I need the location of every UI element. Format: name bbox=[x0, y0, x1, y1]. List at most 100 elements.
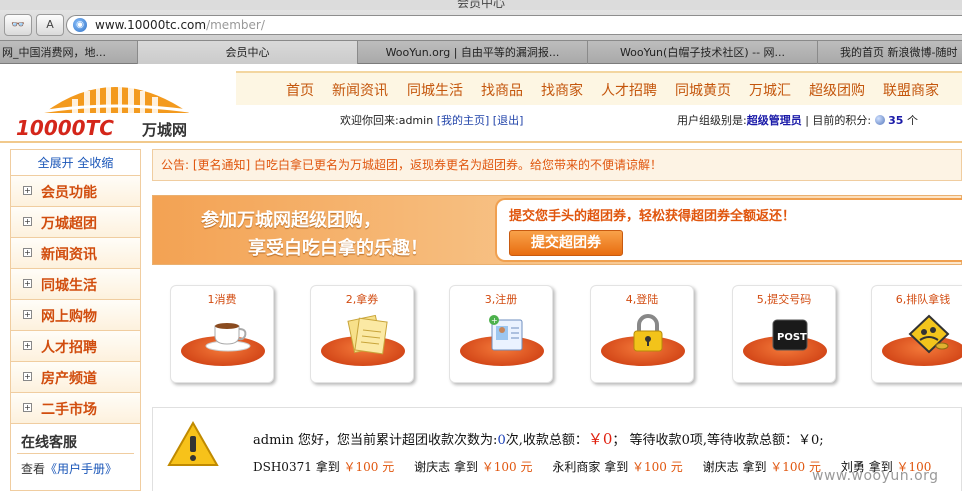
banner-submit-panel: 提交您手头的超团券，轻松获得超团券全额返还！ 提交超团券 bbox=[495, 198, 962, 262]
sidebar-item-second-hand[interactable]: + 二手市场 bbox=[11, 393, 140, 424]
expand-plus-icon: + bbox=[23, 217, 32, 226]
online-service-heading: 在线客服 bbox=[21, 435, 77, 451]
points-label: | 目前的积分: bbox=[805, 114, 872, 127]
site-logo[interactable]: 10000TC 万城网 bbox=[14, 69, 224, 141]
address-bar[interactable]: ◉ www.10000tc.com/member/ bbox=[66, 15, 962, 35]
expand-plus-icon: + bbox=[23, 248, 32, 257]
sidebar-item-label: 人才招聘 bbox=[41, 340, 97, 356]
tab-wooyun-org[interactable]: WooYun.org | 自由平等的漏洞报... bbox=[358, 41, 588, 64]
step-label: 1消费 bbox=[207, 293, 237, 306]
sidebar-item-label: 房产频道 bbox=[41, 371, 97, 387]
user-manual-link[interactable]: 《用户手册》 bbox=[45, 462, 117, 476]
feed-amount: ￥100 元 bbox=[343, 460, 395, 474]
feed-name: 永利商家 bbox=[552, 460, 601, 474]
tab-weibo[interactable]: 我的首页 新浪微博-随时 bbox=[818, 41, 962, 64]
stats-pending-total: ￥0; bbox=[797, 433, 824, 448]
step-consume[interactable]: 1消费 bbox=[170, 285, 274, 383]
sidebar-item-city-life[interactable]: + 同城生活 bbox=[11, 269, 140, 300]
step-submit-number[interactable]: 5,提交号码 POST bbox=[732, 285, 836, 383]
sidebar-item-news[interactable]: + 新闻资讯 bbox=[11, 238, 140, 269]
nav-jobs[interactable]: 人才招聘 bbox=[601, 80, 657, 100]
manual-line: 查看《用户手册》 bbox=[21, 460, 117, 477]
expand-all-link[interactable]: 全展开 bbox=[38, 156, 74, 170]
sidebar-divider bbox=[17, 453, 134, 454]
window-title: 会员中心 bbox=[456, 0, 505, 10]
coffee-cup-icon bbox=[203, 312, 251, 352]
sidebar-expand-toggle: 全展开 全收缩 bbox=[11, 150, 140, 176]
watermark: www.wooyun.org bbox=[812, 468, 939, 484]
expand-plus-icon: + bbox=[23, 372, 32, 381]
expand-plus-icon: + bbox=[23, 341, 32, 350]
nav-home[interactable]: 首页 bbox=[286, 80, 314, 100]
sidebar-item-label: 新闻资讯 bbox=[41, 247, 97, 263]
step-label: 6,排队拿钱 bbox=[895, 293, 951, 306]
register-card-icon: + bbox=[482, 312, 523, 352]
feed-verb: 拿到 bbox=[315, 460, 340, 474]
font-size-button[interactable]: A bbox=[36, 14, 64, 36]
step-label: 3,注册 bbox=[484, 293, 518, 306]
logo-wordmark: 10000TC bbox=[16, 116, 114, 140]
logo-cn: 万城网 bbox=[141, 121, 187, 139]
feed-amount: ￥100 元 bbox=[481, 460, 533, 474]
step-label: 2,拿券 bbox=[345, 293, 379, 306]
stats-greeting: admin 您好，您当前累计超团收款次数为: bbox=[253, 433, 498, 448]
step-queue-money[interactable]: 6,排队拿钱 bbox=[871, 285, 962, 383]
post-icon: POST bbox=[765, 312, 808, 352]
promo-banner: 参加万城网超级团购， 享受白吃白拿的乐趣！ 提交您手头的超团券，轻松获得超团券全… bbox=[152, 195, 962, 265]
step-login[interactable]: 4,登陆 bbox=[590, 285, 694, 383]
user-group: 超级管理员 bbox=[746, 114, 802, 127]
submit-coupon-button[interactable]: 提交超团券 bbox=[509, 230, 623, 256]
tab-consumer-net[interactable]: 网_中国消费网，地... bbox=[0, 41, 138, 64]
sidebar-item-shopping[interactable]: + 网上购物 bbox=[11, 300, 140, 331]
sidebar-item-super-group[interactable]: + 万城超团 bbox=[11, 207, 140, 238]
reading-glasses-button[interactable]: 👓 bbox=[4, 14, 32, 36]
points-unit: 个 bbox=[906, 114, 918, 127]
nav-find-merchant[interactable]: 找商家 bbox=[541, 80, 583, 100]
nav-find-goods[interactable]: 找商品 bbox=[481, 80, 523, 100]
nav-super-group[interactable]: 超级团购 bbox=[809, 80, 865, 100]
tab-wooyun-community[interactable]: WooYun(白帽子技术社区) -- 网... bbox=[588, 41, 818, 64]
collapse-all-link[interactable]: 全收缩 bbox=[77, 156, 113, 170]
nav-news[interactable]: 新闻资讯 bbox=[332, 80, 388, 100]
step-register[interactable]: 3,注册 + bbox=[449, 285, 553, 383]
stats-summary: admin 您好，您当前累计超团收款次数为:0次,收款总额：￥0； 等待收款0项… bbox=[253, 428, 824, 449]
nav-alliance[interactable]: 联盟商家 bbox=[883, 80, 939, 100]
step-label: 4,登陆 bbox=[625, 293, 659, 306]
expand-plus-icon: + bbox=[23, 310, 32, 319]
stats-total: ￥0 bbox=[587, 430, 613, 448]
nav-wancheng-hui[interactable]: 万城汇 bbox=[749, 80, 791, 100]
announcement-bar: 公告: [更名通知] 白吃白拿已更名为万城超团，返现券更名为超团券。给您带来的不… bbox=[152, 149, 962, 181]
sidebar-item-label: 二手市场 bbox=[41, 402, 97, 418]
nav-yellow-pages[interactable]: 同城黄页 bbox=[675, 80, 731, 100]
sidebar-item-label: 网上购物 bbox=[41, 309, 97, 325]
my-home-link[interactable]: [我的主页] bbox=[437, 114, 490, 127]
feed-amount: ￥100 元 bbox=[632, 460, 683, 474]
feed-name: 谢庆志 bbox=[702, 460, 739, 474]
web-page: 10000TC 万城网 首页 新闻资讯 同城生活 找商品 找商家 人才招聘 同城… bbox=[0, 65, 962, 491]
points-value: 35 bbox=[888, 114, 904, 127]
expand-plus-icon: + bbox=[23, 186, 32, 195]
sidebar-item-jobs[interactable]: + 人才招聘 bbox=[11, 331, 140, 362]
tab-member-center[interactable]: 会员中心 bbox=[138, 41, 358, 64]
logout-link[interactable]: [退出] bbox=[493, 114, 524, 127]
browser-toolbar: 👓 A ◉ www.10000tc.com/member/ bbox=[0, 10, 962, 40]
feed-verb: 拿到 bbox=[742, 460, 767, 474]
stats-count: 0 bbox=[497, 433, 506, 448]
sidebar-item-real-estate[interactable]: + 房产频道 bbox=[11, 362, 140, 393]
nav-city-life[interactable]: 同城生活 bbox=[407, 80, 463, 100]
sidebar-item-member[interactable]: + 会员功能 bbox=[11, 176, 140, 207]
address-host: www.10000tc.com bbox=[95, 18, 207, 32]
user-info: 用户组级别是:超级管理员 | 目前的积分: 35 个 bbox=[677, 112, 918, 128]
stats-pending-suffix: 项,等待收款总额： bbox=[689, 433, 798, 448]
svg-text:+: + bbox=[491, 316, 498, 325]
padlock-icon bbox=[623, 312, 663, 352]
sidebar: 全展开 全收缩 + 会员功能 + 万城超团 + 新闻资讯 + 同城生活 + 网上购物 + 人… bbox=[10, 149, 141, 491]
svg-text:POST: POST bbox=[777, 332, 807, 343]
sidebar-item-label: 同城生活 bbox=[41, 278, 97, 294]
welcome-text: 欢迎你回来:admin [我的主页] [退出] bbox=[340, 112, 523, 128]
main-nav: 首页 新闻资讯 同城生活 找商品 找商家 人才招聘 同城黄页 万城汇 超级团购 … bbox=[236, 71, 962, 105]
group-label: 用户组级别是: bbox=[677, 114, 747, 127]
step-get-coupon[interactable]: 2,拿券 bbox=[310, 285, 414, 383]
window-titlebar: 会员中心 bbox=[0, 0, 962, 10]
feed-verb: 拿到 bbox=[604, 460, 629, 474]
